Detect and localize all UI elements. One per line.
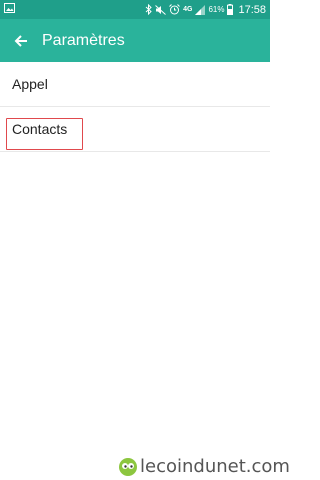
mute-icon bbox=[155, 4, 166, 15]
settings-list: Appel Contacts bbox=[0, 62, 270, 152]
image-icon bbox=[4, 3, 15, 16]
back-button[interactable] bbox=[2, 19, 40, 62]
alarm-icon bbox=[169, 4, 180, 15]
network-label: 4G bbox=[183, 6, 193, 13]
logo-icon bbox=[119, 457, 137, 476]
app-bar: Paramètres bbox=[0, 19, 270, 62]
signal-icon bbox=[195, 4, 206, 15]
settings-item-label: Appel bbox=[12, 76, 48, 92]
battery-percent: 61% bbox=[208, 5, 225, 14]
arrow-back-icon bbox=[14, 34, 27, 47]
settings-item-contacts[interactable]: Contacts bbox=[0, 107, 270, 152]
status-clock: 17:58 bbox=[238, 3, 266, 16]
watermark: lecoindunet.com bbox=[118, 456, 290, 477]
page-title: Paramètres bbox=[42, 31, 125, 49]
watermark-text: lecoindunet.com bbox=[140, 456, 290, 477]
battery-icon bbox=[227, 4, 234, 15]
bluetooth-icon bbox=[145, 4, 152, 15]
settings-item-appel[interactable]: Appel bbox=[0, 62, 270, 107]
settings-item-label: Contacts bbox=[12, 121, 68, 137]
status-bar: 4G 61% 17:58 bbox=[0, 0, 270, 19]
lte-icon: 4G bbox=[183, 6, 192, 13]
